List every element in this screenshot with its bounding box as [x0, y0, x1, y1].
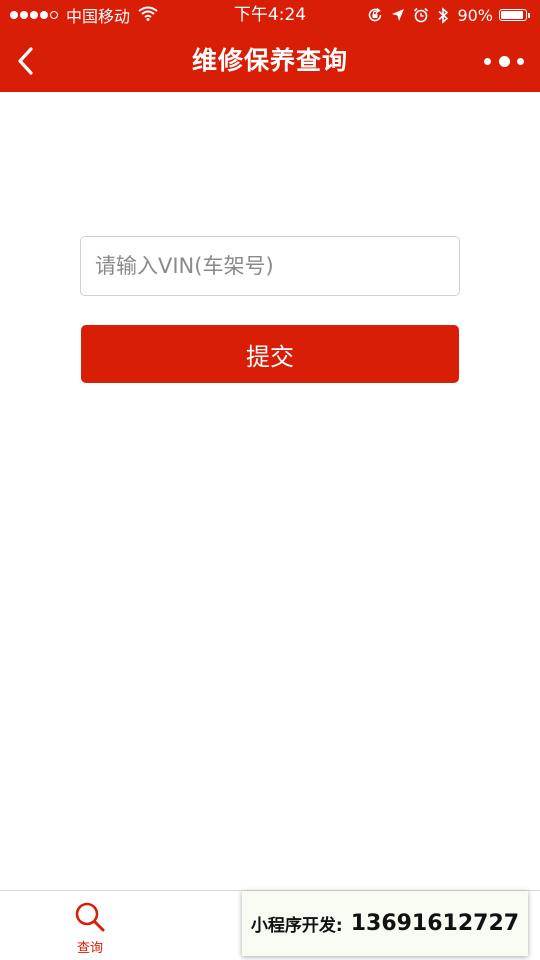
promo-banner: 小程序开发: 13691612727	[242, 891, 528, 956]
more-button[interactable]	[484, 51, 524, 71]
nav-bar: 维修保养查询	[0, 30, 540, 92]
battery-fill	[501, 11, 523, 19]
search-icon	[75, 902, 105, 932]
screen: 中国移动 下午4:24 90% 维修保养查询 请输入VIN(车架号) 提交 查询…	[0, 0, 540, 960]
promo-phone: 13691612727	[350, 911, 520, 936]
status-bar: 中国移动 下午4:24 90%	[0, 0, 540, 30]
battery-percent: 90%	[457, 5, 493, 25]
bluetooth-icon	[437, 6, 449, 24]
battery-cap	[528, 12, 530, 18]
more-dot	[498, 55, 510, 67]
promo-label: 小程序开发:	[250, 916, 343, 936]
vin-input[interactable]	[80, 236, 460, 296]
tab-query[interactable]: 查询	[40, 901, 140, 959]
alarm-icon	[413, 7, 429, 23]
status-right: 90%	[359, 5, 530, 25]
page-title: 维修保养查询	[191, 46, 348, 75]
submit-button[interactable]: 提交	[81, 325, 459, 383]
location-arrow-icon	[391, 8, 405, 22]
battery-icon	[499, 9, 527, 21]
orientation-lock-icon	[367, 7, 383, 23]
more-dot	[484, 57, 491, 65]
more-dot	[517, 57, 524, 65]
tab-label: 查询	[76, 941, 103, 956]
